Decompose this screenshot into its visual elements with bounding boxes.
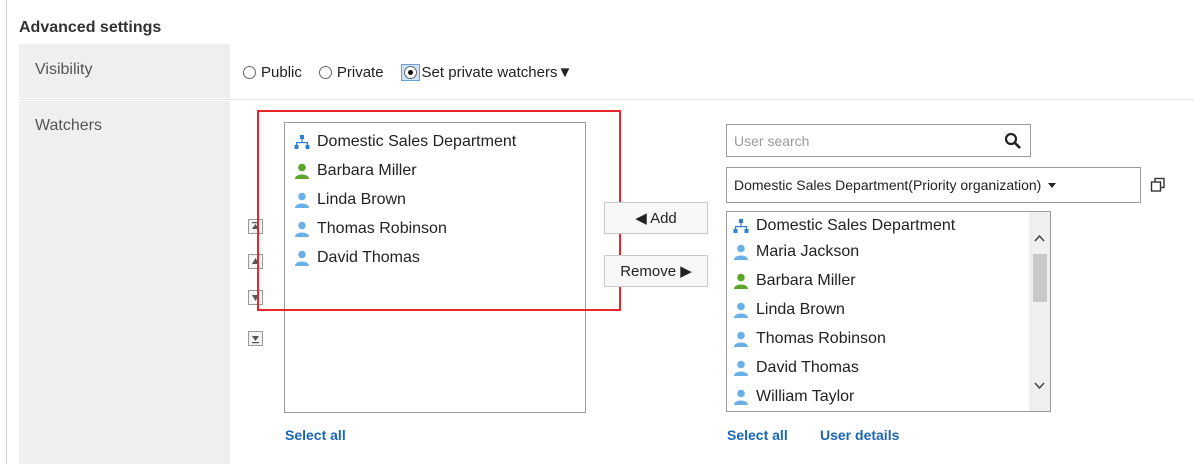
watchers-label: Watchers <box>35 117 102 134</box>
user-icon <box>734 302 748 318</box>
user-icon <box>734 331 748 347</box>
select-all-link[interactable]: Select all <box>285 427 346 443</box>
visibility-options: Public Private Set private watchers▼ <box>243 64 589 81</box>
scrollbar[interactable] <box>1029 212 1050 411</box>
radio-set-private-watchers-circle[interactable] <box>403 66 417 79</box>
user-icon <box>734 389 748 405</box>
radio-set-private-watchers-focus[interactable] <box>400 64 420 81</box>
add-button[interactable]: ◀ Add <box>604 202 708 234</box>
radio-public-circle[interactable] <box>243 66 256 79</box>
list-item-label: Thomas Robinson <box>756 329 886 347</box>
list-item[interactable]: Domestic Sales Department <box>732 214 955 237</box>
move-to-bottom-icon <box>252 336 259 344</box>
radio-public-label: Public <box>261 64 302 81</box>
radio-set-private-watchers[interactable]: Set private watchers▼ <box>400 64 573 81</box>
row-divider <box>19 99 1194 100</box>
list-item-label: David Thomas <box>756 358 859 376</box>
list-item[interactable]: Linda Brown <box>732 295 955 324</box>
radio-private-circle[interactable] <box>318 66 332 79</box>
radio-public[interactable]: Public <box>243 64 302 81</box>
scroll-up-arrow-icon[interactable] <box>1034 234 1045 242</box>
org-icon <box>733 218 749 233</box>
scrollbar-thumb[interactable] <box>1033 254 1047 302</box>
list-item-label: Maria Jackson <box>756 242 860 260</box>
list-item[interactable]: William Taylor <box>732 382 955 411</box>
user-icon <box>734 244 748 260</box>
visibility-label: Visibility <box>35 61 93 78</box>
candidate-items: Domestic Sales Department Maria Jackson … <box>732 214 955 411</box>
search-icon[interactable] <box>1004 132 1022 150</box>
watchers-label-cell: Watchers <box>19 101 230 464</box>
highlight-box <box>257 110 621 311</box>
radio-private[interactable]: Private <box>318 64 384 81</box>
scroll-down-arrow-icon[interactable] <box>1034 382 1045 390</box>
candidates-select-all-link[interactable]: Select all <box>727 427 788 443</box>
list-item[interactable]: David Thomas <box>732 353 955 382</box>
list-item[interactable]: Barbara Miller <box>732 266 955 295</box>
user-search-box[interactable] <box>726 124 1031 157</box>
list-item[interactable]: Maria Jackson <box>732 237 955 266</box>
section-title: Advanced settings <box>19 19 162 36</box>
list-item-label: Domestic Sales Department <box>756 216 956 234</box>
user-details-link[interactable]: User details <box>820 427 899 443</box>
organization-select-value: Domestic Sales Department(Priority organ… <box>734 177 1042 193</box>
radio-set-private-watchers-label[interactable]: Set private watchers▼ <box>422 64 573 81</box>
list-item-label: Linda Brown <box>756 300 845 318</box>
user-search-input[interactable] <box>732 125 996 156</box>
popup-window-icon[interactable] <box>1150 177 1166 193</box>
chevron-down-icon <box>1048 183 1057 188</box>
move-to-bottom-button[interactable] <box>248 331 263 346</box>
remove-button[interactable]: Remove ▶ <box>604 255 708 287</box>
visibility-label-cell: Visibility <box>19 44 230 98</box>
candidate-users-list[interactable]: Domestic Sales Department Maria Jackson … <box>726 211 1051 412</box>
list-item-label: William Taylor <box>756 387 855 405</box>
list-item[interactable]: Thomas Robinson <box>732 324 955 353</box>
user-icon <box>734 360 748 376</box>
organization-select[interactable]: Domestic Sales Department(Priority organ… <box>726 167 1141 203</box>
list-item-label: Barbara Miller <box>756 271 856 289</box>
radio-private-label: Private <box>336 64 384 81</box>
user-green-icon <box>734 273 748 289</box>
